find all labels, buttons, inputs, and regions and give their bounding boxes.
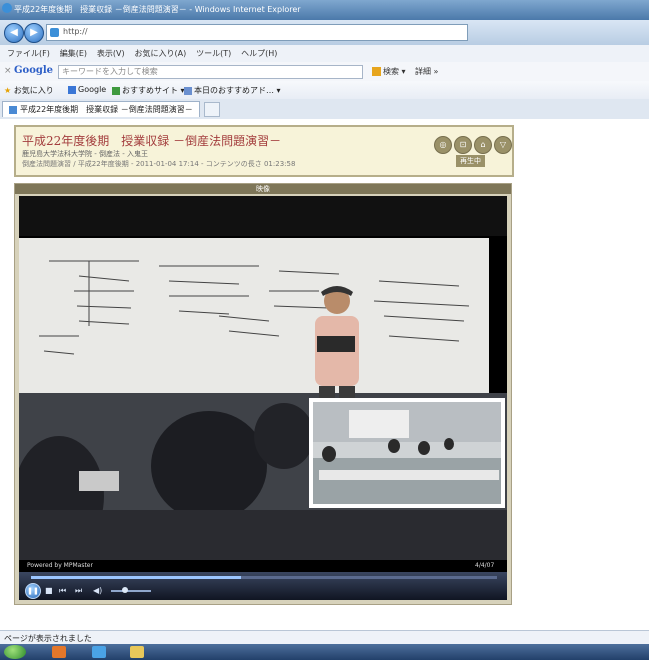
fav-google[interactable]: Google <box>68 85 106 94</box>
address-row: ◀ ▶ http:// <box>0 20 649 45</box>
google-search-label: 検索 ▾ <box>383 67 406 76</box>
player-controls: ❚❚ ■ ⏮ ⏭ ◀) <box>19 572 507 600</box>
window-titlebar[interactable]: 平成22年度後期 授業収録 －倒産法問題演習－ - Windows Intern… <box>0 0 649 20</box>
ie-taskbar-icon[interactable] <box>92 646 106 658</box>
address-bar[interactable]: http:// <box>46 24 468 41</box>
star-icon: ★ <box>4 86 12 95</box>
media-player-icon[interactable] <box>52 646 66 658</box>
volume-knob[interactable] <box>122 587 128 593</box>
fav-recommended-sites[interactable]: おすすめサイト ▾ <box>112 85 185 96</box>
fav-google-label: Google <box>78 85 107 94</box>
page-icon <box>9 105 17 114</box>
start-button[interactable] <box>4 645 26 659</box>
video-player: 映像 Powered by MPMaster 4/4/07 ❚❚ ■ ⏮ ⏭ ◀… <box>14 183 512 605</box>
page-subtitle: 鹿児島大学法科大学院 - 倒産法 - 入鬼王 <box>22 150 148 158</box>
tab-bar: 平成22年度後期 授業収録 －倒産法問題演習－ <box>0 99 649 120</box>
taskbar <box>0 644 649 660</box>
folder-icon[interactable] <box>130 646 144 658</box>
fav-recommended-label: おすすめサイト ▾ <box>122 86 185 95</box>
google-icon <box>68 85 76 94</box>
next-button[interactable]: ⏭ <box>75 586 82 596</box>
chapter-icon[interactable]: ⊡ <box>454 136 472 154</box>
status-text: ページが表示されました <box>4 634 92 643</box>
ie-icon <box>2 3 12 13</box>
fav-todays-addons[interactable]: 本日のおすすめアド… ▾ <box>184 85 281 96</box>
previous-button[interactable]: ⏮ <box>59 586 66 596</box>
page-title: 平成22年度後期 授業収録 －倒産法問題演習－ <box>22 134 282 148</box>
lecture-video-image <box>19 196 507 560</box>
status-bar: ページが表示されました <box>0 630 649 645</box>
menu-favorites[interactable]: お気に入り(A) <box>134 48 186 59</box>
video-info: 4/4/07 <box>475 562 495 569</box>
menu-view[interactable]: 表示(V) <box>97 48 125 59</box>
google-search-button[interactable]: 検索 ▾ <box>372 66 406 77</box>
seek-bar[interactable] <box>31 576 497 579</box>
powered-by-text: Powered by MPMaster <box>27 562 93 569</box>
fav-addons-label: 本日のおすすめアド… ▾ <box>194 86 281 95</box>
favorites-label: お気に入り <box>13 86 54 95</box>
stop-button[interactable]: ■ <box>45 586 53 595</box>
page-icon <box>50 28 59 37</box>
menu-edit[interactable]: 編集(E) <box>60 48 87 59</box>
page-meta: 倒産法問題演習 / 平成22年度後期 - 2011-01-04 17:14 - … <box>22 160 296 168</box>
lecture-header: 平成22年度後期 授業収録 －倒産法問題演習－ 鹿児島大学法科大学院 - 倒産法… <box>14 125 514 177</box>
address-text: http:// <box>63 27 88 36</box>
new-tab-button[interactable] <box>204 102 220 117</box>
google-search-input[interactable]: キーワードを入力して検索 <box>58 65 363 79</box>
page-content: 平成22年度後期 授業収録 －倒産法問題演習－ 鹿児島大学法科大学院 - 倒産法… <box>0 119 649 630</box>
page-icon <box>184 86 192 95</box>
favorites-button[interactable]: ★ お気に入り <box>4 85 54 96</box>
play-pause-button[interactable]: ❚❚ <box>25 583 41 599</box>
site-icon <box>112 86 120 95</box>
video-frame[interactable]: Powered by MPMaster 4/4/07 <box>19 196 507 572</box>
tab-active[interactable]: 平成22年度後期 授業収録 －倒産法問題演習－ <box>2 101 200 117</box>
window-title: 平成22年度後期 授業収録 －倒産法問題演習－ - Windows Intern… <box>14 5 301 14</box>
menu-tools[interactable]: ツール(T) <box>196 48 231 59</box>
google-toolbar: × Google キーワードを入力して検索 検索 ▾ 詳細 » <box>0 62 649 82</box>
download-icon[interactable]: ▽ <box>494 136 512 154</box>
forward-button[interactable]: ▶ <box>24 23 44 43</box>
search-icon <box>372 67 381 76</box>
menu-bar: ファイル(F) 編集(E) 表示(V) お気に入り(A) ツール(T) ヘルプ(… <box>0 45 649 63</box>
back-button[interactable]: ◀ <box>4 23 24 43</box>
menu-file[interactable]: ファイル(F) <box>7 48 50 59</box>
close-toolbar-icon[interactable]: × <box>4 66 12 76</box>
favorites-bar: ★ お気に入り Google おすすめサイト ▾ 本日のおすすめアド… ▾ <box>0 81 649 100</box>
player-label: 映像 <box>15 184 511 194</box>
volume-icon[interactable]: ◀) <box>93 586 102 595</box>
rewind-icon[interactable]: ◎ <box>434 136 452 154</box>
google-more-button[interactable]: 詳細 » <box>415 66 438 77</box>
playing-status: 再生中 <box>456 155 485 167</box>
volume-slider[interactable] <box>111 590 151 592</box>
home-icon[interactable]: ⌂ <box>474 136 492 154</box>
tab-label: 平成22年度後期 授業収録 －倒産法問題演習－ <box>20 105 193 114</box>
seek-progress <box>31 576 241 579</box>
google-logo: Google <box>14 65 54 76</box>
menu-help[interactable]: ヘルプ(H) <box>241 48 277 59</box>
